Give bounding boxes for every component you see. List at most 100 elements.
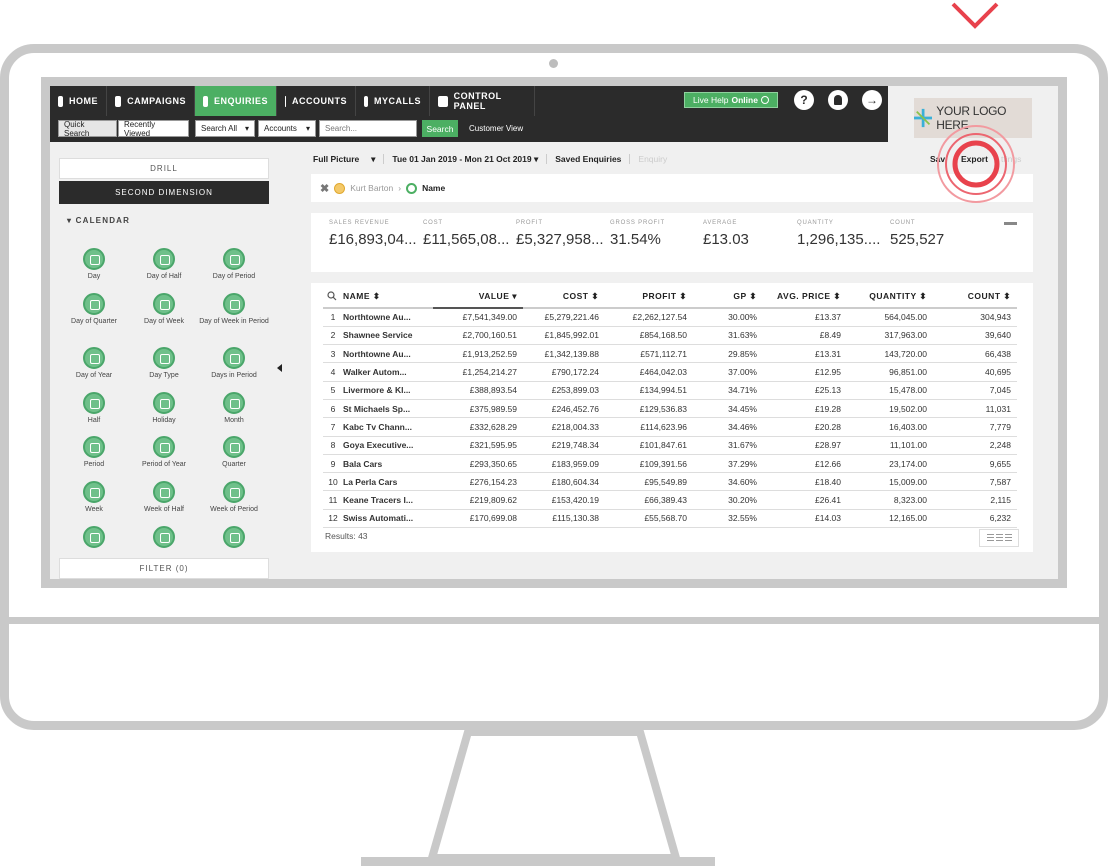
divider [629, 154, 631, 164]
calendar-icon [223, 436, 245, 458]
calendar-icon [153, 392, 175, 414]
table-row[interactable]: 6 St Michaels Sp... £375,989.59 £246,452.76… [323, 399, 1017, 419]
table-row[interactable]: 8 Goya Executive... £321,595.95 £219,748.34… [323, 436, 1017, 455]
table-cell: £388,893.54 [433, 381, 523, 400]
dimension-item[interactable]: Period of Year [129, 436, 199, 468]
table-row[interactable]: 3 Northtowne Au... £1,913,252.59 £1,342,139… [323, 344, 1017, 364]
search-icon[interactable] [323, 286, 343, 309]
calendar-icon [153, 436, 175, 458]
collapse-sidebar-icon[interactable] [277, 364, 282, 372]
dimension-item[interactable]: Day [59, 248, 129, 280]
table-row[interactable]: 9 Bala Cars £293,350.65 £183,959.09 £109,391… [323, 454, 1017, 474]
dimension-label: Month [224, 417, 244, 424]
search-all-select[interactable]: Search All ▾ [195, 120, 255, 137]
dimension-item[interactable]: Day of Quarter [59, 293, 129, 325]
dimension-item[interactable]: Day of Week in Period [199, 293, 269, 325]
table-cell: £321,595.95 [433, 436, 523, 455]
column-header[interactable]: COUNT ⬍ [933, 286, 1017, 309]
column-header[interactable]: QUANTITY ⬍ [847, 286, 933, 309]
table-row[interactable]: 11 Keane Tracers I... £219,809.62 £153,420.… [323, 490, 1017, 510]
dimension-item[interactable]: Days in Period [199, 347, 269, 379]
table-row[interactable]: 1 Northtowne Au... £7,541,349.00 £5,279,221… [323, 308, 1017, 327]
kpi-value: £16,893,04... [329, 231, 417, 248]
filter-tab[interactable]: FILTER (0) [59, 558, 269, 579]
clear-drill-icon[interactable]: ✖ [320, 182, 329, 195]
table-cell: £1,342,139.88 [523, 344, 605, 364]
table-row[interactable]: 2 Shawnee Service £2,700,160.51 £1,845,992.… [323, 326, 1017, 346]
dimension-item[interactable]: Day of Period [199, 248, 269, 280]
table-row[interactable]: 10 La Perla Cars £276,154.23 £180,604.34 £95… [323, 472, 1017, 492]
quick-search-tab[interactable]: Quick Search [58, 120, 117, 138]
table-row[interactable]: 7 Kabc Tv Chann... £332,628.29 £218,004.33 £… [323, 417, 1017, 437]
nav-home-label: HOME [69, 96, 98, 106]
nav-mycalls[interactable]: MYCALLS [356, 86, 430, 116]
calendar-icon [223, 347, 245, 369]
saved-enquiries-link[interactable]: Saved Enquiries [555, 154, 621, 164]
dimension-item[interactable]: Day of Year [59, 347, 129, 379]
table-row[interactable]: 4 Walker Autom... £1,254,214.27 £790,172.24… [323, 362, 1017, 382]
column-header[interactable]: AVG. PRICE ⬍ [763, 286, 847, 309]
calendar-group-toggle[interactable]: ▾ CALENDAR [67, 216, 130, 225]
nav-campaigns-label: CAMPAIGNS [127, 96, 186, 106]
table-cell: £55,568.70 [605, 509, 693, 529]
view-toggle-button[interactable] [979, 529, 1019, 547]
table-cell: 304,943 [933, 308, 1017, 327]
accounts-select[interactable]: Accounts ▾ [258, 120, 316, 137]
dimension-item[interactable]: Quarter [199, 436, 269, 468]
dimension-item[interactable]: Half [59, 392, 129, 424]
drill-tab[interactable]: DRILL [59, 158, 269, 179]
dimension-label: Day of Week [144, 318, 184, 325]
drill-level-1[interactable]: Kurt Barton [350, 183, 393, 193]
date-range-select[interactable]: Tue 01 Jan 2019 - Mon 21 Oct 2019 ▾ [392, 154, 538, 165]
column-header[interactable]: GP ⬍ [693, 286, 763, 309]
table-cell: 34.46% [693, 417, 763, 437]
table-cell: 34.71% [693, 381, 763, 400]
customer-view-link[interactable]: Customer View [469, 120, 523, 137]
full-picture-select[interactable]: Full Picture ▾ [313, 154, 375, 165]
table-row[interactable]: 12 Swiss Automati... £170,699.08 £115,130.3… [323, 509, 1017, 529]
search-button[interactable]: Search [422, 120, 458, 137]
dimension-item[interactable] [59, 526, 129, 551]
live-help-button[interactable]: Live Help Online [684, 92, 778, 108]
dimension-item[interactable]: Day of Week [129, 293, 199, 325]
dimension-item[interactable]: Holiday [129, 392, 199, 424]
table-cell: £8.49 [763, 326, 847, 346]
column-header[interactable]: VALUE ▾ [433, 286, 523, 309]
user-icon[interactable] [828, 90, 848, 110]
row-name: Swiss Automati... [343, 509, 433, 529]
column-header[interactable]: NAME ⬍ [343, 286, 433, 309]
table-row[interactable]: 5 Livermore & Kl... £388,893.54 £253,899.03… [323, 381, 1017, 400]
table-cell: £12.95 [763, 362, 847, 382]
table-cell: £20.28 [763, 417, 847, 437]
table-cell: £7,541,349.00 [433, 308, 523, 327]
dimension-item[interactable]: Week of Half [129, 481, 199, 513]
nav-enquiries[interactable]: ENQUIRIES [195, 86, 277, 116]
dimension-item[interactable]: Day of Half [129, 248, 199, 280]
dimension-item[interactable]: Week of Period [199, 481, 269, 513]
recently-viewed-tab[interactable]: Recently Viewed [118, 120, 189, 138]
dimension-label: Day of Quarter [71, 318, 117, 325]
calendar-icon [83, 248, 105, 270]
dimension-item[interactable]: Period [59, 436, 129, 468]
nav-enquiries-label: ENQUIRIES [213, 96, 268, 106]
sidebar: DRILL SECOND DIMENSION ▾ CALENDAR FILTER… [50, 142, 287, 579]
table-cell: £293,350.65 [433, 454, 523, 474]
dimension-item[interactable]: Month [199, 392, 269, 424]
logout-arrow-icon[interactable]: → [862, 90, 882, 110]
dimension-item[interactable] [129, 526, 199, 551]
dimension-item[interactable] [199, 526, 269, 551]
second-dimension-tab[interactable]: SECOND DIMENSION [59, 181, 269, 204]
help-icon[interactable]: ? [794, 90, 814, 110]
nav-accounts[interactable]: ACCOUNTS [277, 86, 356, 116]
search-input[interactable] [319, 120, 417, 137]
home-icon [58, 95, 63, 107]
nav-campaigns[interactable]: CAMPAIGNS [107, 86, 195, 116]
table-cell: 23,174.00 [847, 454, 933, 474]
dimension-item[interactable]: Day Type [129, 347, 199, 379]
column-header[interactable]: PROFIT ⬍ [605, 286, 693, 309]
dimension-item[interactable]: Week [59, 481, 129, 513]
nav-control-panel[interactable]: CONTROL PANEL [430, 86, 535, 116]
column-header[interactable]: COST ⬍ [523, 286, 605, 309]
nav-home[interactable]: HOME [50, 86, 107, 116]
enquiry-link[interactable]: Enquiry [638, 154, 667, 164]
